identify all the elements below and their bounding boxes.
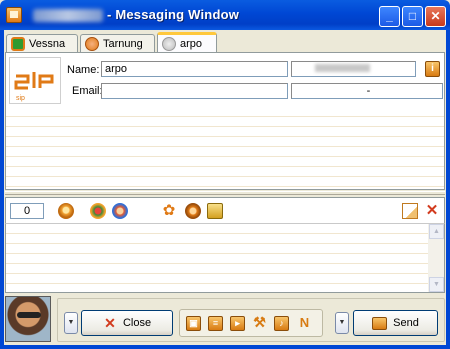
close-button[interactable]: ✕ Close [81, 310, 173, 336]
message-count: 0 [10, 203, 44, 219]
close-button-label: Close [122, 317, 152, 329]
contact-offline-icon [162, 37, 176, 51]
bottom-bar: ▼ ✕ Close ▣ ≡ ▸ ⚒ ♪ N ▼ Send [5, 296, 445, 344]
send-button[interactable]: Send [353, 310, 438, 336]
contact-online-icon [11, 36, 25, 51]
tools-toolbar: ▣ ≡ ▸ ⚒ ♪ N [179, 309, 323, 337]
palette-icon[interactable] [112, 203, 128, 219]
sound-icon[interactable]: ♪ [274, 316, 289, 331]
email-label: Email: [72, 85, 103, 97]
text-color-icon[interactable] [90, 203, 106, 219]
clear-icon[interactable]: ✕ [424, 203, 440, 219]
redacted-address-field [291, 61, 416, 77]
nickname-icon[interactable]: N [297, 316, 312, 331]
name-field[interactable]: arpo [101, 61, 288, 77]
compose-toolbar: 0 ✿ ✕ [5, 197, 445, 223]
action-row: ▼ ✕ Close ▣ ≡ ▸ ⚒ ♪ N ▼ Send [57, 298, 445, 342]
tab-label: Tarnung [103, 37, 143, 50]
image-icon[interactable]: ▣ [186, 316, 201, 331]
scroll-up-icon[interactable]: ▲ [429, 224, 444, 239]
compose-area[interactable]: ▲ ▼ [5, 223, 445, 293]
tab-label: Vessna [29, 37, 66, 50]
close-icon: ✕ [104, 315, 116, 331]
send-options-dropdown[interactable]: ▼ [335, 312, 349, 334]
close-window-button[interactable]: ✕ [425, 6, 446, 27]
minimize-button[interactable]: _ [379, 6, 400, 27]
redacted-user-name [33, 9, 103, 22]
settings-tools-icon[interactable]: ⚒ [252, 315, 267, 331]
message-history[interactable] [6, 107, 444, 189]
scroll-down-icon[interactable]: ▼ [429, 277, 444, 292]
app-icon [6, 7, 22, 23]
nudge-icon[interactable] [185, 203, 201, 219]
logo-text: sip [16, 95, 25, 102]
tab-arpo[interactable]: arpo [157, 32, 217, 53]
contact-status-icon [85, 36, 99, 51]
send-file-icon[interactable]: ▸ [230, 316, 245, 331]
send-icon [372, 316, 388, 330]
tab-label: arpo [180, 38, 203, 50]
email-field[interactable] [101, 83, 288, 99]
close-options-dropdown[interactable]: ▼ [64, 312, 78, 334]
tab-tarnung[interactable]: Tarnung [80, 34, 155, 52]
conversation-panel: sip Name: arpo i Email: - [5, 52, 445, 190]
send-button-label: Send [393, 317, 419, 329]
maximize-button[interactable]: □ [402, 6, 423, 27]
window-title: - Messaging Window [107, 7, 240, 22]
emoticon-icon[interactable] [58, 203, 74, 219]
flower-icon[interactable]: ✿ [161, 203, 177, 219]
secondary-field: - [291, 83, 443, 99]
history-icon[interactable]: ≡ [208, 316, 223, 331]
title-bar: - Messaging Window _ □ ✕ [0, 0, 450, 30]
lock-icon[interactable] [207, 203, 223, 219]
name-label: Name: [67, 64, 100, 76]
pane-splitter[interactable] [5, 191, 445, 195]
new-document-icon[interactable] [402, 203, 418, 219]
contact-info-icon[interactable]: i [425, 61, 440, 77]
avatar [5, 296, 51, 342]
vertical-scrollbar[interactable]: ▲ ▼ [428, 224, 444, 292]
sip-logo: sip [9, 57, 61, 104]
tab-vessna[interactable]: Vessna [6, 34, 78, 52]
